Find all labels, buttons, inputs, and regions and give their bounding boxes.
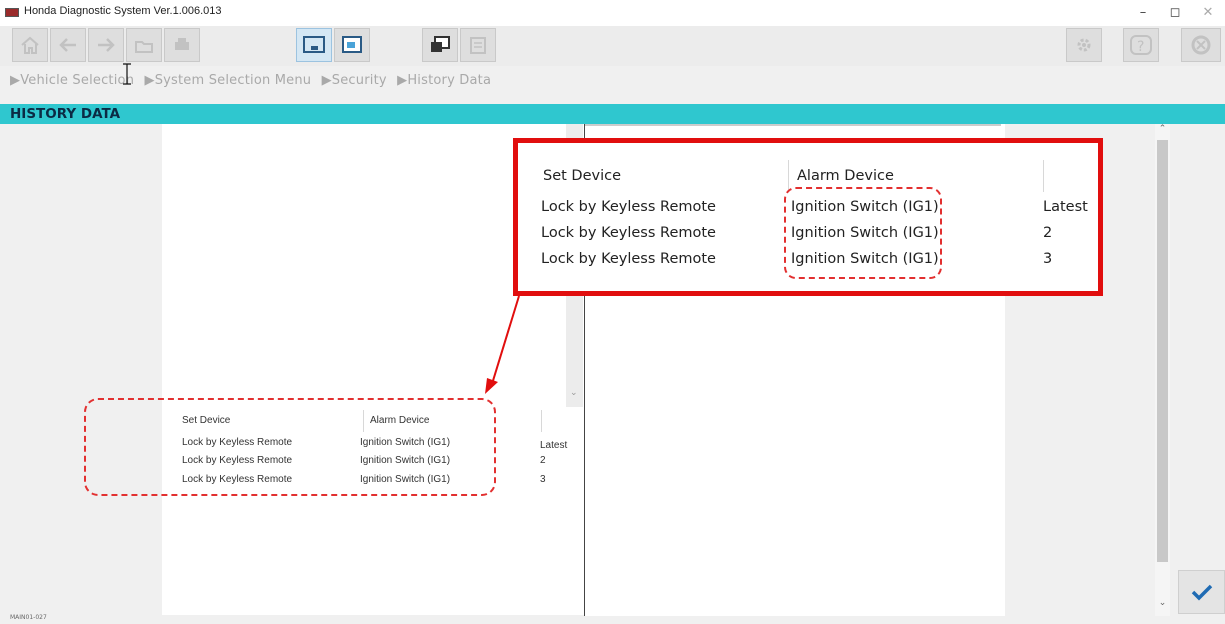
highlight-dashed-outline [84, 398, 496, 496]
close-button[interactable]: ✕ [1193, 2, 1223, 24]
callout-cell-index: Latest [1043, 199, 1088, 215]
text-cursor-icon [123, 63, 131, 85]
column-separator [788, 160, 789, 192]
callout-cell-index: 3 [1043, 251, 1053, 267]
page-title: HISTORY DATA [10, 106, 121, 122]
table-cell-index: 3 [540, 474, 546, 485]
calculator-icon [470, 37, 486, 54]
help-button[interactable]: ? [1123, 28, 1159, 62]
folder-icon [135, 41, 153, 53]
window-icon [342, 36, 362, 53]
callout-cell-set-device: Lock by Keyless Remote [541, 225, 716, 241]
screen-capture-icon [303, 36, 325, 53]
column-separator [541, 410, 542, 432]
callout-cell-set-device: Lock by Keyless Remote [541, 251, 716, 267]
breadcrumb-item-vehicle-selection[interactable]: ▶Vehicle Selection [10, 73, 137, 88]
scroll-up-arrow-icon[interactable]: ⌃ [1155, 124, 1170, 138]
confirm-button[interactable] [1178, 570, 1225, 614]
back-arrow-icon [59, 38, 76, 52]
table-cell-index: Latest [540, 440, 568, 451]
breadcrumb-item-system-selection[interactable]: ▶System Selection Menu [144, 73, 314, 88]
callout-cell-set-device: Lock by Keyless Remote [541, 199, 716, 215]
scroll-down-arrow-icon[interactable]: ⌄ [1155, 598, 1170, 612]
calculator-button[interactable] [460, 28, 496, 62]
screen-code: MAIN01-027 [10, 614, 47, 621]
table-cell-index: 2 [540, 455, 546, 466]
scrollbar-thumb[interactable] [1157, 140, 1168, 562]
window-button[interactable] [334, 28, 370, 62]
app-logo-icon [5, 8, 19, 17]
left-scroll-down-icon[interactable]: ⌄ [570, 388, 578, 398]
exit-icon [1191, 35, 1211, 55]
back-button[interactable] [50, 28, 86, 62]
print-icon [175, 38, 189, 50]
home-icon [21, 36, 39, 54]
window-title: Honda Diagnostic System Ver.1.006.013 [24, 5, 222, 17]
callout-cell-index: 2 [1043, 225, 1053, 241]
header-bar [0, 104, 1225, 124]
callout-header-set-device: Set Device [543, 168, 622, 184]
callout-highlight-dashed-outline [784, 187, 942, 279]
print-button[interactable] [164, 28, 200, 62]
breadcrumb: ▶Vehicle Selection ▶System Selection Men… [10, 73, 497, 88]
home-button[interactable] [12, 28, 48, 62]
column-separator [1043, 160, 1044, 192]
forward-arrow-icon [98, 38, 115, 52]
check-icon [1191, 584, 1212, 601]
callout-arrow-icon [485, 295, 520, 394]
multi-window-button[interactable] [422, 28, 458, 62]
settings-button[interactable] [1066, 28, 1102, 62]
forward-button[interactable] [88, 28, 124, 62]
breadcrumb-item-security[interactable]: ▶Security [322, 73, 390, 88]
screen-capture-button[interactable] [296, 28, 332, 62]
maximize-button[interactable]: ◻ [1160, 2, 1190, 24]
settings-icon [1077, 38, 1091, 52]
breadcrumb-item-history-data: ▶History Data [397, 73, 492, 88]
callout-header-alarm-device: Alarm Device [797, 168, 894, 184]
exit-button[interactable] [1181, 28, 1221, 62]
minimize-button[interactable]: – [1128, 2, 1158, 24]
svg-text:?: ? [1137, 39, 1144, 55]
multi-window-icon [431, 36, 450, 52]
open-folder-button[interactable] [126, 28, 162, 62]
help-icon: ? [1130, 35, 1152, 55]
right-panel-top-border [585, 124, 1001, 126]
